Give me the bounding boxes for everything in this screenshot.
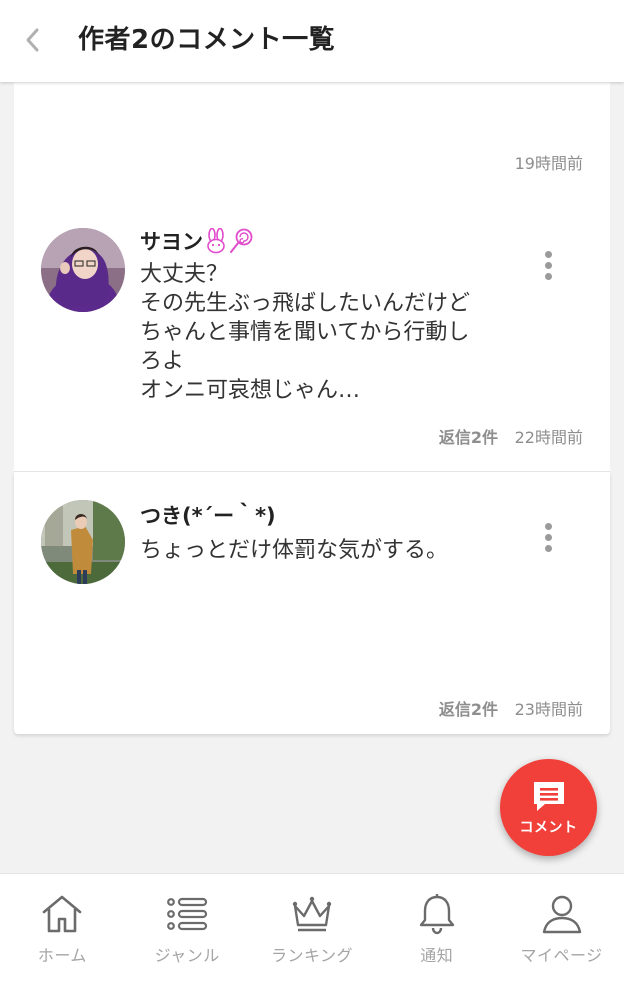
nav-item-home[interactable]: ホーム bbox=[0, 874, 125, 983]
crown-icon bbox=[292, 896, 332, 932]
home-icon bbox=[43, 895, 82, 933]
list-icon bbox=[167, 897, 208, 931]
avatar-photo bbox=[41, 228, 125, 312]
comment-username[interactable]: サヨン bbox=[140, 226, 253, 256]
comment-username[interactable]: つき(*´ー｀*) bbox=[140, 500, 276, 530]
replies-link[interactable]: 返信2件 bbox=[439, 696, 498, 720]
comment-text: 大丈夫？ その先生ぶっ飛ばしたいんだけど ちゃんと事情を聞いてから行動し ろよ … bbox=[140, 262, 471, 403]
replies-link[interactable]: 返信2件 bbox=[439, 424, 498, 448]
page-title: 作者2のコメント一覧 bbox=[78, 25, 336, 55]
dot-icon bbox=[544, 544, 552, 552]
nav-label: ホーム bbox=[37, 946, 87, 965]
dot-icon bbox=[544, 261, 552, 269]
comment-card: サヨン 大丈夫？ その先生ぶっ飛ばしたいんだけど ちゃんと事情を聞いてから行動し… bbox=[14, 200, 610, 472]
bell-icon bbox=[419, 894, 454, 935]
dot-icon bbox=[544, 533, 552, 541]
rabbit-icon bbox=[207, 228, 225, 254]
avatar[interactable] bbox=[41, 500, 125, 584]
bottom-nav: ホーム ジャンル ランキング 通知 マイページ bbox=[0, 873, 624, 983]
comment-fab-button[interactable]: コメント bbox=[500, 759, 597, 856]
avatar-photo bbox=[41, 500, 125, 584]
dot-icon bbox=[544, 522, 552, 530]
comment-card: つき(*´ー｀*) ちょっとだけ体罰な気がする。 返信2件 23時間前 bbox=[14, 472, 610, 734]
fab-label: コメント bbox=[519, 819, 578, 836]
chevron-left-icon bbox=[26, 28, 39, 52]
nav-label: ジャンル bbox=[154, 946, 220, 965]
nav-label: 通知 bbox=[420, 946, 454, 965]
comment-icon bbox=[533, 781, 564, 811]
nav-label: ランキング bbox=[270, 946, 353, 965]
app-header: 作者2のコメント一覧 bbox=[0, 0, 624, 82]
nav-item-genre[interactable]: ジャンル bbox=[125, 874, 250, 983]
nav-item-notifications[interactable]: 通知 bbox=[374, 874, 499, 983]
comment-text: ちょっとだけ体罰な気がする。 bbox=[140, 538, 449, 563]
lollipop-icon bbox=[230, 228, 253, 253]
nav-item-ranking[interactable]: ランキング bbox=[250, 874, 375, 983]
avatar[interactable] bbox=[41, 228, 125, 312]
user-icon bbox=[542, 895, 581, 934]
back-button[interactable] bbox=[14, 22, 50, 58]
more-options-button[interactable] bbox=[538, 245, 558, 285]
comment-time: 22時間前 bbox=[514, 428, 583, 447]
more-options-button[interactable] bbox=[538, 517, 558, 557]
comment-time: 23時間前 bbox=[514, 700, 583, 719]
dot-icon bbox=[544, 272, 552, 280]
dot-icon bbox=[544, 250, 552, 258]
comment-card: 19時間前 bbox=[14, 82, 610, 201]
comment-time: 19時間前 bbox=[514, 154, 583, 173]
nav-item-mypage[interactable]: マイページ bbox=[499, 874, 624, 983]
nav-label: マイページ bbox=[520, 946, 603, 965]
